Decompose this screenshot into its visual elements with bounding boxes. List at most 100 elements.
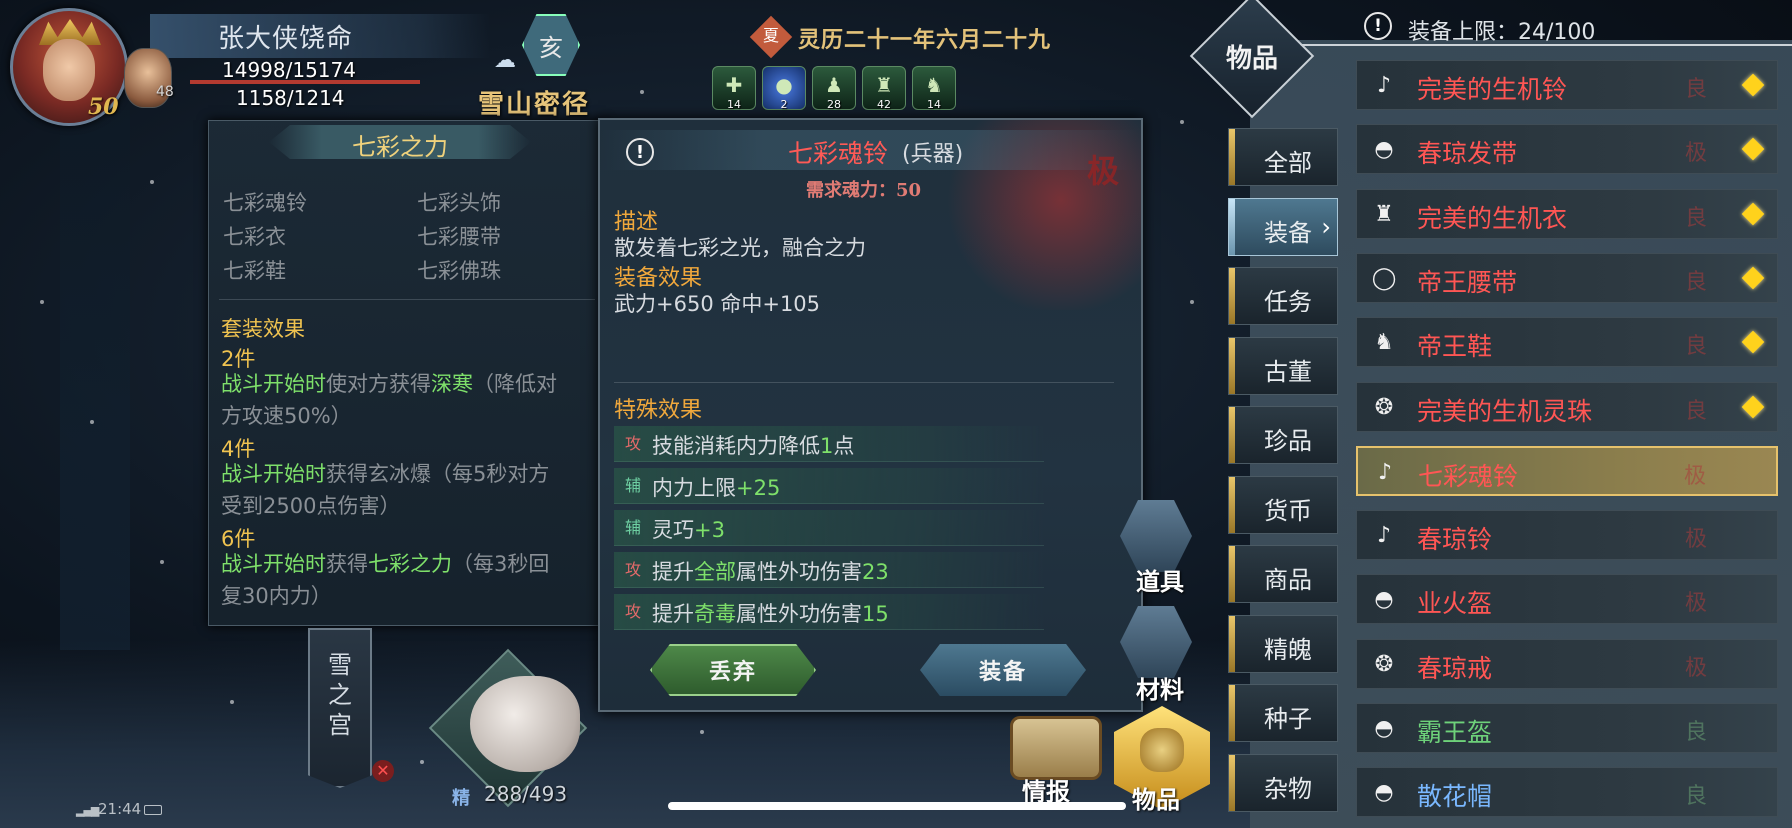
soldier-icon[interactable]: ♟ 28 — [812, 66, 856, 111]
inventory-item-row[interactable]: ♪ 春琼铃 极 — [1356, 510, 1778, 561]
category-tab[interactable]: 货币 — [1228, 475, 1338, 534]
inventory-item-row[interactable]: ◓ 业火盔 极 — [1356, 574, 1778, 625]
new-item-diamond-icon — [1741, 137, 1765, 161]
inventory-item-row[interactable]: ♪ 七彩魂铃 极 — [1356, 445, 1778, 496]
blue-orb-icon[interactable]: ● 2 — [762, 66, 806, 111]
inventory-item-row[interactable]: ◓ 霸王盔 良 — [1356, 703, 1778, 753]
equip-button[interactable]: 装备 — [920, 644, 1086, 696]
item-grade: 良 — [1684, 205, 1707, 231]
grade-stamp: 极 — [1086, 152, 1119, 190]
headband-icon: ◓ — [1374, 137, 1394, 163]
effect-value: 15 — [862, 602, 889, 626]
special-effect-row: 辅 灵巧+3 — [614, 510, 1044, 546]
season-label: 夏 — [762, 26, 779, 45]
materials-label[interactable]: 材料 — [1136, 670, 1184, 705]
category-tab[interactable]: 装备 › — [1228, 197, 1338, 256]
inventory-item-row[interactable]: ♞ 帝王鞋 良 — [1356, 317, 1778, 368]
inventory-item-row[interactable]: ◓ 散花帽 良 — [1356, 767, 1778, 818]
item-grade: 良 — [1684, 784, 1707, 810]
inventory-item-row[interactable]: ❂ 完美的生机灵珠 良 — [1356, 381, 1778, 432]
guard-icon[interactable]: ♞ 14 — [912, 66, 956, 111]
new-item-diamond-icon — [1741, 330, 1765, 354]
category-tab[interactable]: 任务 — [1228, 267, 1338, 325]
inventory-item-row[interactable]: ❂ 春琼戒 极 — [1356, 638, 1778, 689]
inventory-item-row[interactable]: ◓ 春琼发带 极 — [1356, 124, 1778, 175]
category-tab[interactable]: 古董 — [1228, 336, 1338, 395]
fox-pet-icon[interactable] — [470, 676, 580, 772]
snowflake — [640, 90, 644, 94]
home-indicator[interactable] — [668, 802, 1126, 810]
tab-accent — [1229, 129, 1235, 185]
item-grade: 良 — [1684, 269, 1707, 295]
new-item-diamond-icon — [1741, 266, 1765, 290]
location-name: 雪山密径 — [478, 90, 591, 120]
bag-icon — [1140, 728, 1184, 772]
tier-trigger: 战斗开始时 — [221, 462, 326, 486]
calendar-date: 灵历二十一年六月二十九 — [798, 27, 1052, 53]
item-name: 完美的生机衣 — [1417, 203, 1568, 233]
bell-icon: ♪ — [1376, 73, 1392, 98]
category-label: 古董 — [1264, 357, 1312, 386]
item-grade: 极 — [1684, 527, 1707, 553]
effect-desc: 技能消耗内力降低 — [652, 434, 820, 458]
category-tab[interactable]: 珍品 — [1228, 406, 1338, 464]
set-piece: 七彩鞋 — [223, 259, 286, 283]
tab-accent — [1229, 546, 1235, 602]
info-icon[interactable]: ! — [1364, 12, 1392, 40]
time-badge[interactable]: 亥 — [522, 14, 580, 76]
category-tab[interactable]: 精魄 — [1228, 614, 1338, 673]
status-count: 14 — [727, 98, 741, 111]
boots-icon: ♞ — [1374, 330, 1394, 356]
items-tab-title[interactable]: 物品 — [1210, 38, 1294, 75]
set-piece: 七彩佛珠 — [417, 259, 501, 283]
item-name: 春琼戒 — [1417, 653, 1493, 683]
spirit-value: 288/493 — [484, 782, 568, 806]
tier-line: 战斗开始时获得七彩之力（每3秒回 — [221, 549, 549, 579]
effect-text: 技能消耗内力降低1点 — [652, 430, 854, 460]
item-grade: 极 — [1684, 141, 1707, 167]
tab-accent — [1229, 337, 1235, 394]
props-label[interactable]: 道具 — [1136, 562, 1184, 597]
tier-line: 战斗开始时使对方获得深寒（降低对 — [221, 369, 557, 399]
belt-icon: ◯ — [1371, 265, 1397, 291]
snow-palace-label[interactable]: 雪之宫 — [322, 650, 358, 740]
status-count: 42 — [877, 98, 891, 111]
special-effect-row: 攻 提升奇毒属性外功伤害15 — [614, 594, 1044, 630]
category-tab[interactable]: 种子 — [1228, 684, 1338, 742]
warrior-icon[interactable]: ♜ 42 — [862, 66, 906, 111]
attack-tag: 攻 — [624, 434, 641, 453]
avatar-face — [43, 39, 95, 101]
system-clock: 21:44 — [98, 800, 142, 818]
scroll-icon[interactable] — [1010, 716, 1102, 780]
category-tab[interactable]: 全部 — [1228, 128, 1338, 186]
support-tag: 辅 — [624, 518, 641, 537]
inventory-item-row[interactable]: ♪ 完美的生机铃 良 — [1356, 60, 1778, 110]
tab-accent — [1229, 268, 1235, 324]
spirit-label: 精 — [452, 788, 470, 809]
effect-value: +3 — [694, 518, 725, 542]
info-icon[interactable]: ! — [626, 138, 654, 166]
support-tag: 辅 — [624, 476, 641, 495]
snowflake — [90, 420, 94, 424]
mp-value: 1158/1214 — [236, 86, 345, 110]
special-effect-row: 攻 技能消耗内力降低1点 — [614, 426, 1044, 462]
bell-icon: ♪ — [1377, 459, 1393, 485]
inventory-item-row[interactable]: ♜ 完美的生机衣 良 — [1356, 188, 1778, 239]
category-tab[interactable]: 杂物 — [1228, 753, 1338, 812]
divider — [219, 299, 595, 300]
tab-accent — [1229, 615, 1235, 672]
close-icon[interactable]: ✕ — [372, 760, 394, 782]
tier-text: 获得 — [326, 552, 368, 576]
tab-accent — [1229, 198, 1235, 255]
set-bonus-panel: 七彩之力 七彩魂铃 七彩头饰 七彩衣 七彩腰带 七彩鞋 七彩佛珠 套装效果 2件… — [208, 120, 606, 626]
drop-button[interactable]: 丢弃 — [650, 644, 816, 696]
item-name: 散花帽 — [1417, 782, 1493, 812]
effect-text: 提升奇毒属性外功伤害15 — [652, 598, 889, 628]
category-tab[interactable]: 商品 — [1228, 545, 1338, 603]
shield-cross-icon[interactable]: ✚ 14 — [712, 66, 756, 111]
player-name: 张大侠饶命 — [218, 24, 354, 54]
inventory-item-row[interactable]: ◯ 帝王腰带 良 — [1356, 252, 1778, 303]
tier-text: 使对方获得 — [326, 372, 431, 396]
description-text: 散发着七彩之光，融合之力 — [614, 236, 866, 260]
items-label[interactable]: 物品 — [1132, 780, 1180, 815]
